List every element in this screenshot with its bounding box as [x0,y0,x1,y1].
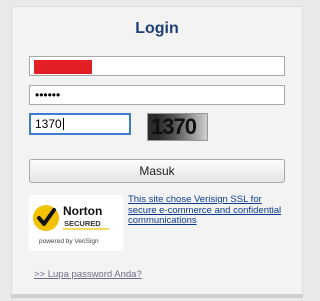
captcha-image: 1370 [147,113,208,141]
norton-secured-badge[interactable]: Norton SECURED powered by VeriSign [29,195,123,251]
login-title: Login [135,20,179,37]
password-dots: •••••• [35,88,61,102]
bottom-divider [11,294,303,298]
password-field[interactable]: •••••• [29,85,285,105]
norton-brand-text: Norton [63,204,102,218]
username-field[interactable] [29,56,285,76]
forgot-password-link[interactable]: >> Lupa password Anda? [34,269,142,280]
text-caret [62,118,64,130]
captcha-input-value: 1370 [35,117,62,131]
norton-check-icon: Norton SECURED powered by VeriSign [33,204,109,245]
captcha-image-text: 1370 [151,114,197,139]
masuk-button[interactable]: Masuk [29,159,285,183]
verisign-ssl-link[interactable]: This site chose Verisign SSL for secure … [128,194,288,227]
redacted-username [34,60,92,74]
norton-powered-text: powered by VeriSign [39,238,99,245]
norton-secured-text: SECURED [64,219,101,228]
captcha-input[interactable]: 1370 [29,113,131,135]
login-panel: Login •••••• 1370 1370 Masuk Norton SECU… [11,6,303,295]
